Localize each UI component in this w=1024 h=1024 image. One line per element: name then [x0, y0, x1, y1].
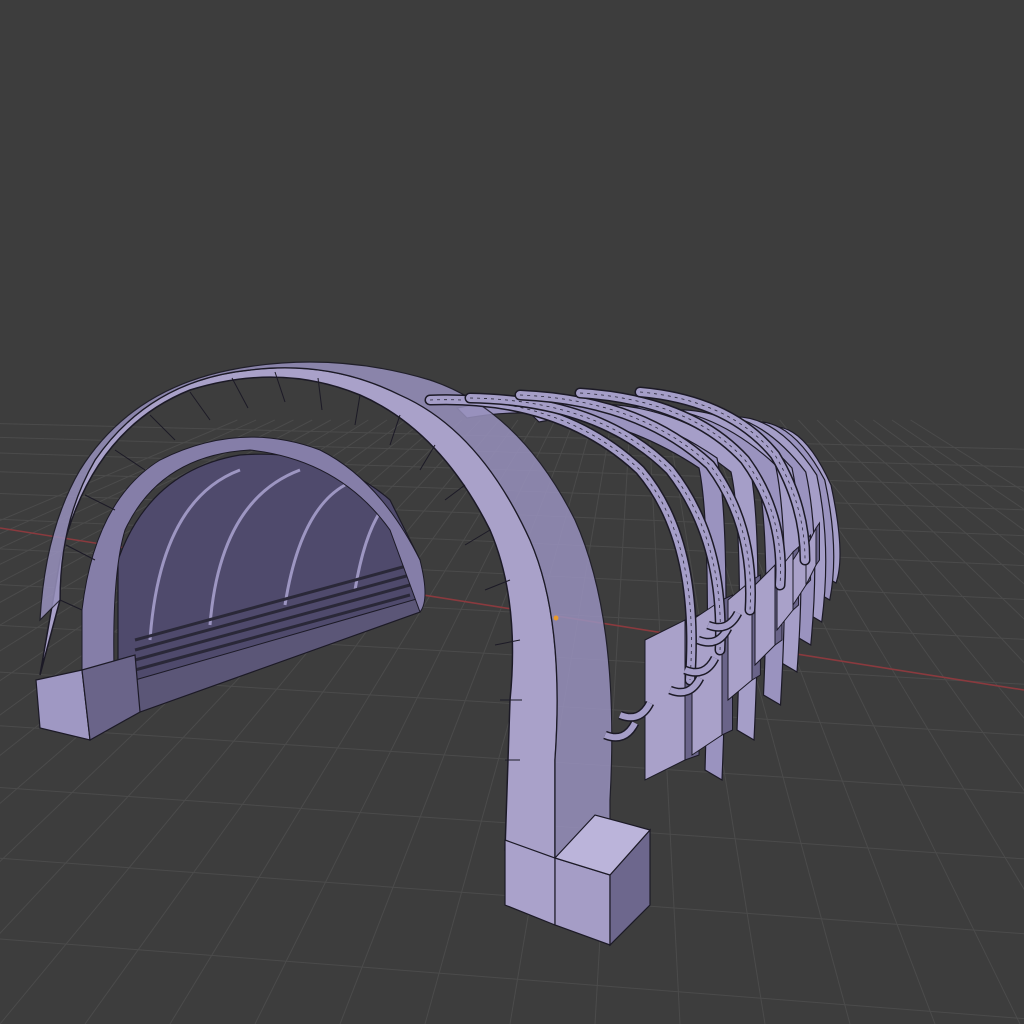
3d-viewport[interactable]	[0, 0, 1024, 1024]
wire-edge	[354, 394, 361, 426]
grid-line	[835, 419, 1024, 585]
grid-line	[910, 419, 1024, 492]
tunnel-left-foot	[35, 654, 141, 741]
tunnel-pillar-side	[815, 521, 820, 567]
wire-edge	[231, 377, 249, 409]
object-origin-dot	[553, 615, 559, 621]
grid-line	[872, 419, 1024, 531]
grid-line	[0, 938, 1024, 1020]
viewport-canvas[interactable]	[0, 0, 1024, 1024]
tunnel-pillar	[644, 619, 686, 781]
grid-line	[816, 419, 1024, 620]
wire-edge	[114, 449, 146, 471]
tunnel-arch-mesh[interactable]	[35, 361, 841, 947]
wire-edge	[189, 391, 211, 421]
